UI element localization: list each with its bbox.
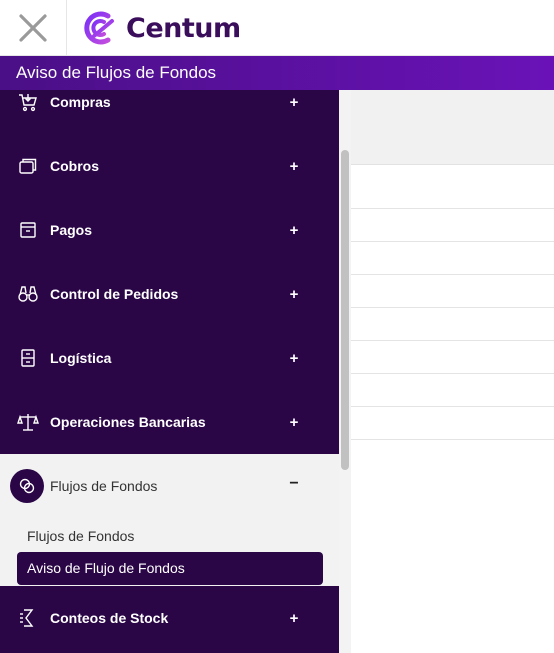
scrollbar-thumb[interactable] [341,150,349,470]
brand-name: Centum [126,12,241,44]
archive-box-icon [17,219,39,241]
sidebar-item-label: Pagos [50,222,93,238]
top-bar: Centum [0,0,554,56]
table-row [350,165,554,209]
sidebar-group-flujos-de-fondos: Flujos de Fondos − Flujos de Fondos Avis… [0,454,340,586]
expand-icon: + [289,413,299,431]
coins-icon [10,469,44,503]
collapse-icon: − [289,475,299,492]
sidebar-item-label: Control de Pedidos [50,286,179,302]
sidebar-item-operaciones-bancarias[interactable]: Operaciones Bancarias + [0,390,340,454]
content-table [350,164,554,653]
sidebar-item-cobros[interactable]: Cobros + [0,134,340,198]
sidebar-item-control-de-pedidos[interactable]: Control de Pedidos + [0,262,340,326]
expand-icon: + [289,93,299,111]
sidebar-item-label: Flujos de Fondos [50,478,158,494]
table-row [350,374,554,407]
page-title-bar: Aviso de Flujos de Fondos [0,56,554,90]
sidebar-item-pagos[interactable]: Pagos + [0,198,340,262]
submenu-item-flujos-de-fondos[interactable]: Flujos de Fondos [17,520,323,553]
sidebar-scrollbar[interactable] [339,90,351,653]
binoculars-icon [17,283,39,305]
sidebar-item-label: Operaciones Bancarias [50,414,206,430]
main-content [340,90,554,653]
table-row [350,341,554,374]
submenu-item-label: Flujos de Fondos [27,528,135,544]
expand-icon: + [289,221,299,239]
sidebar-item-label: Conteos de Stock [50,610,169,626]
stock-count-icon [17,607,39,629]
table-row [350,407,554,440]
close-menu-button[interactable] [0,0,67,56]
table-row [350,308,554,341]
submenu-item-aviso-de-flujo-de-fondos[interactable]: Aviso de Flujo de Fondos [17,552,323,585]
table-row [350,275,554,308]
sidebar-item-compras[interactable]: Compras + [0,90,340,134]
sidebar-item-flujos-de-fondos[interactable]: Flujos de Fondos − [0,454,340,518]
sidebar-item-label: Compras [50,94,111,110]
submenu-item-label: Aviso de Flujo de Fondos [27,560,185,576]
sidebar-item-logistica[interactable]: Logística + [0,326,340,390]
cards-icon [17,155,39,177]
expand-icon: + [289,349,299,367]
brand-logo[interactable]: Centum [78,8,241,48]
scales-icon [17,411,39,433]
sidebar-menu: Compras + Cobros + Pagos + Control de Pe… [0,90,340,653]
table-row [350,209,554,242]
expand-icon: + [289,157,299,175]
sidebar-item-label: Logística [50,350,112,366]
table-row [350,242,554,275]
sidebar-item-label: Cobros [50,158,99,174]
page-title: Aviso de Flujos de Fondos [16,63,217,82]
expand-icon: + [289,609,299,627]
expand-icon: + [289,285,299,303]
cabinet-icon [17,347,39,369]
centum-logo-icon [84,11,114,45]
sidebar-item-conteos-de-stock[interactable]: Conteos de Stock + [0,586,340,650]
close-icon [19,14,47,42]
shopping-cart-icon [17,91,39,113]
